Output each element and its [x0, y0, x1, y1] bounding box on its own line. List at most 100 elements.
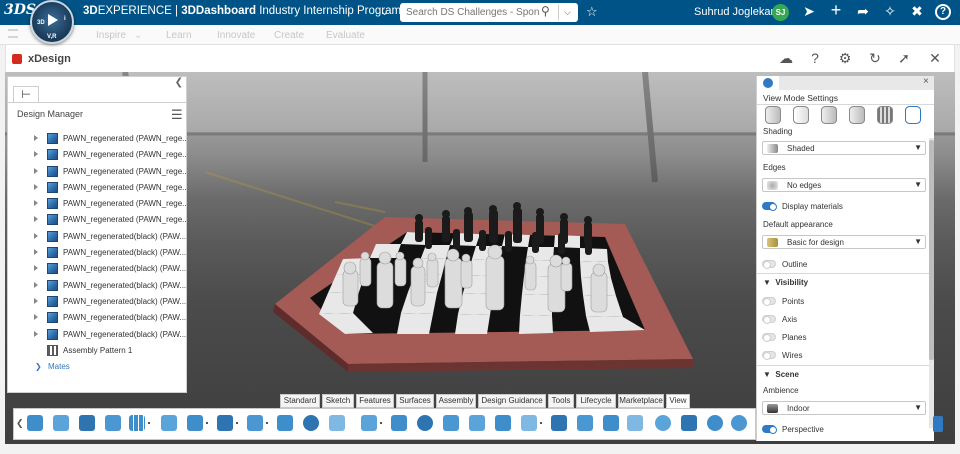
- search-zoom-icon[interactable]: [730, 414, 748, 432]
- visibility-section-header[interactable]: ▼ Visibility: [763, 278, 808, 287]
- view-top-icon[interactable]: [78, 414, 96, 432]
- shaded-edges-mode-icon[interactable]: [793, 106, 809, 124]
- avatar[interactable]: SJ: [772, 4, 789, 21]
- search-icon[interactable]: ⚲: [541, 4, 550, 18]
- expand-icon[interactable]: [34, 151, 38, 158]
- box-view-icon[interactable]: [216, 414, 238, 432]
- explode-icon[interactable]: [186, 414, 208, 432]
- tree-row-mates[interactable]: ❯ Mates: [8, 359, 186, 375]
- cloud-icon[interactable]: ☁: [777, 50, 795, 67]
- view-front-icon[interactable]: [26, 414, 44, 432]
- expand-icon[interactable]: [34, 265, 38, 272]
- expand-icon[interactable]: [34, 249, 38, 256]
- tab-innovate[interactable]: Innovate: [217, 30, 255, 41]
- expand-icon[interactable]: [34, 330, 38, 337]
- tab-inspire-chevron-icon[interactable]: ⌄: [134, 30, 142, 41]
- tab-lifecycle[interactable]: Lifecycle: [576, 394, 616, 408]
- measure-icon[interactable]: [360, 414, 382, 432]
- forward-icon[interactable]: ➦: [854, 3, 872, 20]
- outline-toggle[interactable]: [762, 260, 776, 269]
- view-back-icon[interactable]: [52, 414, 70, 432]
- curve-icon[interactable]: [442, 414, 460, 432]
- display-materials-toggle[interactable]: [762, 202, 777, 211]
- shading-dropdown[interactable]: Shaded ▼: [762, 141, 926, 155]
- expand-icon[interactable]: [34, 216, 38, 223]
- hidden-lines-mode-icon[interactable]: [821, 106, 837, 124]
- expand-icon[interactable]: [34, 281, 38, 288]
- tree-row[interactable]: PAWN_regenerated(black) (PAW...: [8, 261, 186, 277]
- close-icon[interactable]: ×: [923, 76, 929, 87]
- expand-icon[interactable]: [34, 314, 38, 321]
- tree-row[interactable]: PAWN_regenerated (PAWN_rege...: [8, 131, 186, 147]
- tab-surfaces[interactable]: Surfaces: [396, 394, 434, 408]
- refresh-icon[interactable]: ↻: [866, 50, 884, 67]
- view-multi-icon[interactable]: [128, 414, 150, 432]
- cut-icon[interactable]: [550, 414, 568, 432]
- pan-icon[interactable]: [680, 414, 698, 432]
- zoom-icon[interactable]: [654, 414, 672, 432]
- tree-row[interactable]: PAWN_regenerated(black) (PAW...: [8, 294, 186, 310]
- shell-icon[interactable]: [576, 414, 594, 432]
- collapse-panel-icon[interactable]: ❮: [175, 77, 183, 88]
- tree-tab-icon[interactable]: ⊢: [13, 86, 39, 102]
- scale-icon[interactable]: [602, 414, 620, 432]
- tab-create[interactable]: Create: [274, 30, 304, 41]
- tree-row[interactable]: PAWN_regenerated(black) (PAW...: [8, 229, 186, 245]
- tree-row[interactable]: PAWN_regenerated (PAWN_rege...: [8, 147, 186, 163]
- wires-toggle[interactable]: [762, 351, 776, 360]
- tab-inspire[interactable]: Inspire: [96, 30, 126, 41]
- plus-icon[interactable]: +: [827, 0, 845, 21]
- ambience-dropdown[interactable]: Indoor ▼: [762, 401, 926, 415]
- side-toolbar-icon[interactable]: [933, 416, 943, 432]
- rotate-icon[interactable]: [416, 414, 434, 432]
- pull-icon[interactable]: [468, 414, 486, 432]
- default-appearance-dropdown[interactable]: Basic for design ▼: [762, 235, 926, 249]
- move-icon[interactable]: [390, 414, 408, 432]
- scene-section-header[interactable]: ▼ Scene: [763, 370, 799, 379]
- expand-icon[interactable]: [34, 200, 38, 207]
- orbit-icon[interactable]: [706, 414, 724, 432]
- search-input[interactable]: [406, 5, 540, 20]
- help-icon[interactable]: ?: [935, 4, 951, 20]
- axis-toggle[interactable]: [762, 315, 776, 324]
- help-icon[interactable]: ?: [806, 50, 824, 66]
- tab-learn[interactable]: Learn: [166, 30, 192, 41]
- tag-icon[interactable]: ☆: [586, 4, 598, 20]
- material-icon[interactable]: [328, 414, 346, 432]
- panel-scrollbar[interactable]: [929, 138, 934, 428]
- search-scope-chevron-icon[interactable]: ⌵: [558, 5, 576, 20]
- split-icon[interactable]: [520, 414, 542, 432]
- tab-tools[interactable]: Tools: [548, 394, 574, 408]
- tab-view[interactable]: View: [666, 394, 690, 408]
- shaded-mode-icon[interactable]: [765, 106, 781, 124]
- user-name[interactable]: Suhrud Joglekar: [694, 6, 774, 18]
- scrollbar-thumb[interactable]: [929, 140, 934, 360]
- share-icon[interactable]: ➤: [800, 3, 818, 20]
- edges-dropdown[interactable]: No edges ▼: [762, 178, 926, 192]
- tree-row[interactable]: PAWN_regenerated(black) (PAW...: [8, 278, 186, 294]
- tab-marketplace[interactable]: Marketplace: [618, 394, 664, 408]
- tree-row[interactable]: PAWN_regenerated (PAWN_rege...: [8, 212, 186, 228]
- hamburger-icon[interactable]: [8, 29, 18, 38]
- view-side-icon[interactable]: [104, 414, 122, 432]
- tree-row[interactable]: PAWN_regenerated(black) (PAW...: [8, 327, 186, 343]
- gear-icon[interactable]: ⚙: [836, 50, 854, 67]
- tree-row[interactable]: PAWN_regenerated (PAWN_rege...: [8, 164, 186, 180]
- tab-features[interactable]: Features: [356, 394, 394, 408]
- expand-icon[interactable]: [34, 135, 38, 141]
- cube-view-icon[interactable]: [246, 414, 268, 432]
- tools-icon[interactable]: ✖: [908, 3, 926, 20]
- tree-row[interactable]: PAWN_regenerated(black) (PAW...: [8, 245, 186, 261]
- close-icon[interactable]: ✕: [926, 50, 944, 67]
- pin-icon[interactable]: ➚: [895, 50, 913, 67]
- expand-icon[interactable]: [34, 183, 38, 190]
- appearance-icon[interactable]: [302, 414, 320, 432]
- tab-evaluate[interactable]: Evaluate: [326, 30, 365, 41]
- compass-icon[interactable]: 3D i V,R: [30, 0, 74, 44]
- tree-row-assembly-pattern[interactable]: Assembly Pattern 1: [8, 343, 186, 359]
- chevron-right-icon[interactable]: ❯: [35, 362, 42, 371]
- section-icon[interactable]: [160, 414, 178, 432]
- view-mode-tab[interactable]: [757, 76, 779, 90]
- tab-sketch[interactable]: Sketch: [322, 394, 354, 408]
- expand-icon[interactable]: [34, 297, 38, 304]
